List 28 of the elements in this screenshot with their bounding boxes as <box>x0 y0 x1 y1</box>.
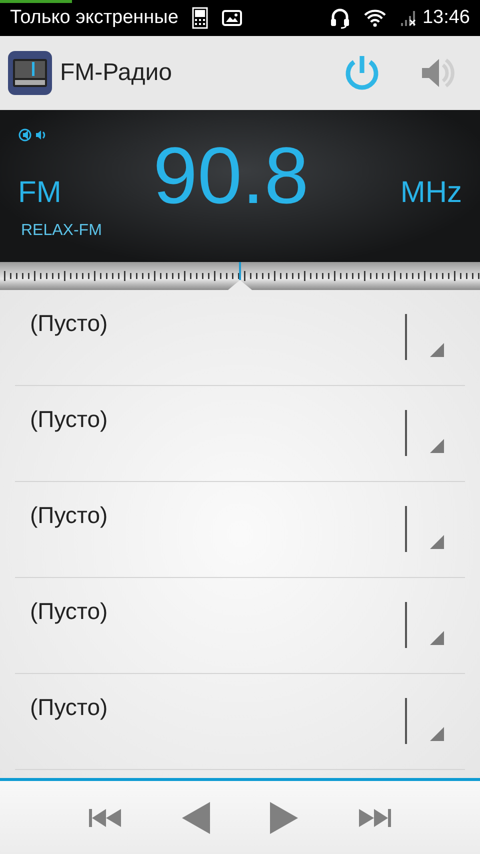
preset-item[interactable]: (Пусто) <box>15 386 465 482</box>
corner-icon <box>430 439 444 453</box>
frequency-value: 90.8 <box>152 136 309 216</box>
skip-forward-icon <box>356 806 392 828</box>
corner-icon <box>430 631 444 645</box>
corner-icon <box>430 343 444 357</box>
headset-icon <box>330 7 350 29</box>
corner-icon <box>430 535 444 549</box>
corner-icon <box>430 727 444 741</box>
unit-label: MHz <box>400 176 462 211</box>
radio-icon <box>192 7 208 29</box>
signal-icon <box>400 9 418 27</box>
station-name: RELAX-FM <box>21 222 103 240</box>
app-title: FM-Радио <box>60 59 172 87</box>
tuning-dial[interactable] <box>0 262 480 290</box>
radio-app-icon <box>8 51 52 95</box>
left-triangle-icon <box>180 800 212 834</box>
preset-item[interactable]: (Пусто) <box>15 482 465 578</box>
wifi-icon <box>364 9 386 27</box>
clock-text: 13:46 <box>422 7 470 29</box>
notification-text: Только экстренные <box>10 7 178 29</box>
band-label: FM <box>18 176 62 211</box>
image-icon <box>222 10 242 26</box>
play-icon <box>268 800 300 834</box>
skip-back-icon <box>88 806 124 828</box>
preset-item[interactable]: (Пусто) <box>15 578 465 674</box>
preset-item[interactable]: (Пусто) <box>15 290 465 386</box>
preset-item[interactable]: (Пусто) <box>15 674 465 770</box>
